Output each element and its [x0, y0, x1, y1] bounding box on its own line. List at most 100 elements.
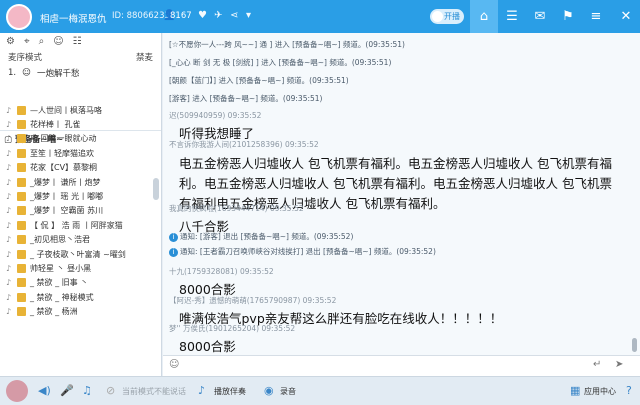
volume-icon[interactable]: ◀): [38, 384, 51, 397]
menu-icon[interactable]: ≡: [582, 0, 610, 33]
mic-status-icon: ♪: [6, 177, 12, 187]
badge-icon: [17, 292, 26, 302]
sound-icon[interactable]: ♫: [82, 384, 92, 397]
fans-count: 8167: [170, 11, 192, 21]
room-name: 相虐一梅泯恩仇: [40, 14, 107, 25]
chat-message: 8000合影: [179, 339, 236, 354]
member-row[interactable]: ♪ 至笙丨轻摩猫追欢: [0, 146, 152, 160]
chat-sender: 不言诉你我游人间(2101258396) 09:35:52: [169, 140, 319, 149]
message-icon[interactable]: ✉: [526, 0, 554, 33]
mic-status-icon: ♪: [6, 249, 12, 259]
app-center-button[interactable]: 应用中心: [584, 386, 616, 397]
member-name: 冉 回眸一眼就心动: [30, 134, 97, 144]
game-icon[interactable]: ⚑: [554, 0, 582, 33]
no-speak-icon: ⊘: [106, 384, 116, 397]
mute-mic-button[interactable]: 禁麦: [136, 51, 153, 63]
member-name: 至笙丨轻摩猫追欢: [30, 148, 94, 158]
music-icon[interactable]: ♪: [198, 384, 205, 397]
user-avatar[interactable]: [6, 380, 28, 402]
record-icon[interactable]: ◉: [264, 384, 274, 397]
chat-scrollbar[interactable]: [632, 338, 637, 352]
emoji-icon[interactable]: ☺: [169, 359, 179, 370]
bottom-bar: ◀) 🎤 ♫ ⊘ 当前模式不能说话 ♪ 播放伴奏 ◉ 录音 ▦ 应用中心 ?: [0, 376, 640, 405]
queue-number: 1.: [8, 68, 17, 78]
member-name: _爆梦丨 瑶 光丨嘟嘟: [30, 192, 104, 202]
member-name: _初见相思丶浩君: [30, 235, 90, 245]
user-icon: ☺: [22, 68, 31, 78]
member-row[interactable]: ♪ 帅轻星 丶 昼小黑: [0, 261, 152, 275]
help-icon[interactable]: ?: [626, 384, 632, 397]
notice-text: 通知: [游客] 退出 [预备备~唱~] 频道。(09:35:52): [180, 232, 354, 241]
badge-icon: [17, 134, 26, 144]
chat-sender: 我真的快疯啦(1693444714) 09:35:52: [169, 204, 304, 213]
member-name: _爆梦丨 空霸菌 苏川: [30, 206, 104, 216]
title-bar: 相虐一梅泯恩仇 ID: 88066233 👤 8167 ♥ ✈ ⋖ ▾ 开播 ⌂…: [0, 0, 640, 33]
member-row[interactable]: ♪ _爆梦丨 空霸菌 苏川: [0, 204, 152, 218]
member-name: 【 侃 】 浩 雨 丨阿胖家猫: [30, 220, 123, 230]
badge-icon: [17, 249, 26, 259]
member-name: 花家【CV】慕黎桐: [30, 163, 98, 173]
chat-icon[interactable]: ☰: [498, 0, 526, 33]
room-id: ID: 88066233: [112, 11, 170, 21]
badge-icon: [17, 163, 26, 173]
location-icon[interactable]: ⌖: [24, 36, 30, 47]
member-list: ♪ —人世间丨枫落马咯 ♪ 花样棒丨 孔雀 ♪ 冉 回眸一眼就心动 ♪ 至笙丨轻摩猫追欢 ♪ 花家…: [0, 103, 152, 319]
enter-icon[interactable]: ↵: [593, 359, 601, 370]
app-center-icon[interactable]: ▦: [570, 384, 580, 397]
message-input[interactable]: ☺ ↵ ➤: [163, 355, 640, 376]
member-row[interactable]: ♪ _ 禁欲 _ 杨洲: [0, 304, 152, 318]
member-row[interactable]: ♪ _爆梦丨 谦所丨炮梦: [0, 175, 152, 189]
chat-message: 利。电五金榜恶人归墟收人 包飞机票有福利。电五金榜恶人归墟收人 包飞机票: [179, 176, 612, 191]
share-icon[interactable]: ⋖: [230, 10, 238, 21]
chat-sender: 梦'' 万俟氏(1901265204) 09:35:52: [169, 324, 296, 333]
member-row[interactable]: ♪ _爆梦丨 瑶 光丨嘟嘟: [0, 189, 152, 203]
badge-icon: [17, 192, 26, 202]
search-icon[interactable]: ⌕: [39, 36, 45, 47]
mic-icon[interactable]: 🎤: [60, 384, 74, 397]
member-row[interactable]: ♪ _ 禁欲 _ 神秘模式: [0, 290, 152, 304]
member-row[interactable]: ♪ _ 子夜枝歌丶叶富清 ~曜剑: [0, 247, 152, 261]
mic-status-icon: ♪: [6, 235, 12, 245]
member-name: —人世间丨枫落马咯: [30, 105, 102, 115]
close-icon[interactable]: ✕: [612, 0, 640, 33]
member-row[interactable]: ♪ 冉 回眸一眼就心动: [0, 132, 152, 146]
info-icon: i: [169, 248, 178, 257]
member-name: 帅轻星 丶 昼小黑: [30, 263, 92, 273]
record-button[interactable]: 录音: [280, 386, 296, 397]
settings-icon[interactable]: ⚙: [6, 36, 15, 47]
mic-status-icon: ♪: [6, 307, 12, 317]
chat-sender: 【阿迟-秀】遗憾的萌萌(1765790987) 09:35:52: [169, 296, 337, 305]
badge-icon: [17, 148, 26, 158]
more-icon[interactable]: ▾: [246, 10, 251, 21]
chat-sender: 十九(1759328081) 09:35:52: [169, 267, 274, 276]
badge-icon: [17, 220, 26, 230]
mic-status-icon: ♪: [6, 220, 12, 230]
heart-icon[interactable]: ♥: [198, 10, 207, 21]
badge-icon: [17, 263, 26, 273]
member-row[interactable]: ♪ 花样棒丨 孔雀: [0, 117, 152, 131]
list-icon[interactable]: ☷: [73, 36, 82, 47]
left-scrollbar[interactable]: [153, 178, 159, 200]
member-row[interactable]: ♪ _初见相思丶浩君: [0, 233, 152, 247]
badge-icon: [17, 206, 26, 216]
badge-icon: [17, 105, 26, 115]
member-row[interactable]: ♪ —人世间丨枫落马咯: [0, 103, 152, 117]
badge-icon: [17, 120, 26, 130]
play-accompaniment-button[interactable]: 播放伴奏: [214, 386, 246, 397]
chat-sender: 迟(509940959) 09:35:52: [169, 111, 262, 120]
room-avatar[interactable]: [6, 4, 32, 30]
mic-status-icon: ♪: [6, 148, 12, 158]
mic-status-icon: ♪: [6, 105, 12, 115]
mic-queue-item[interactable]: 1. ☺ 一炮解千愁: [0, 65, 161, 81]
member-row[interactable]: ♪ 【 侃 】 浩 雨 丨阿胖家猫: [0, 218, 152, 232]
home-icon[interactable]: ⌂: [470, 0, 498, 33]
member-name: _爆梦丨 谦所丨炮梦: [30, 177, 101, 187]
member-row[interactable]: ♪ 花家【CV】慕黎桐: [0, 161, 152, 175]
member-row[interactable]: ♪ _ 禁欲 _ 旧事 丶: [0, 276, 152, 290]
send-icon[interactable]: ➤: [615, 359, 623, 370]
profile-icon[interactable]: ☺: [53, 36, 63, 47]
live-toggle[interactable]: 开播: [430, 9, 464, 24]
info-icon: i: [169, 233, 178, 242]
member-name: _ 禁欲 _ 杨洲: [30, 307, 78, 317]
plane-icon[interactable]: ✈: [214, 10, 222, 21]
